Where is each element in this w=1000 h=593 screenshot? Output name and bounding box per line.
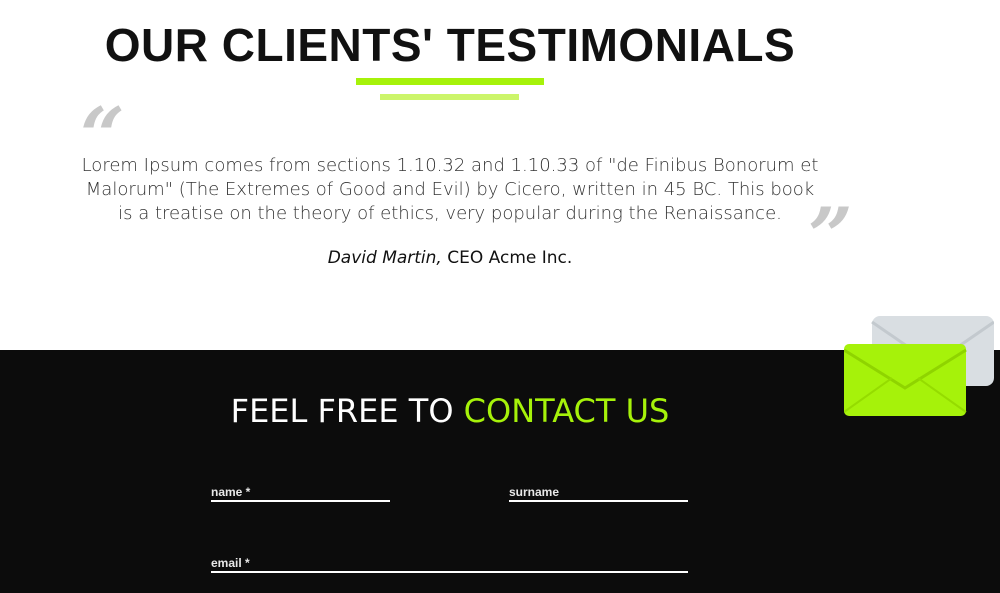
- title-underline-primary: [356, 78, 544, 85]
- title-underline-secondary: [380, 94, 519, 100]
- author-role: CEO Acme Inc.: [441, 248, 573, 268]
- author-name: David Martin,: [327, 248, 442, 268]
- email-field: email *: [211, 551, 688, 573]
- contact-title-highlight: CONTACT US: [463, 392, 670, 430]
- testimonials-section: OUR CLIENTS' TESTIMONIALS “ Lorem Ipsum …: [0, 0, 1000, 350]
- envelope-icon: [844, 316, 994, 416]
- name-input[interactable]: [211, 480, 390, 502]
- testimonial-quote: Lorem Ipsum comes from sections 1.10.32 …: [81, 155, 819, 224]
- contact-title-prefix: FEEL FREE TO: [230, 392, 464, 430]
- surname-input[interactable]: [509, 480, 688, 502]
- testimonial-author: David Martin, CEO Acme Inc.: [0, 248, 900, 268]
- contact-title: FEEL FREE TO CONTACT US: [0, 392, 900, 430]
- email-input[interactable]: [211, 551, 688, 573]
- surname-field: surname: [509, 480, 688, 502]
- testimonials-title: OUR CLIENTS' TESTIMONIALS: [104, 19, 796, 71]
- name-field: name *: [211, 480, 390, 502]
